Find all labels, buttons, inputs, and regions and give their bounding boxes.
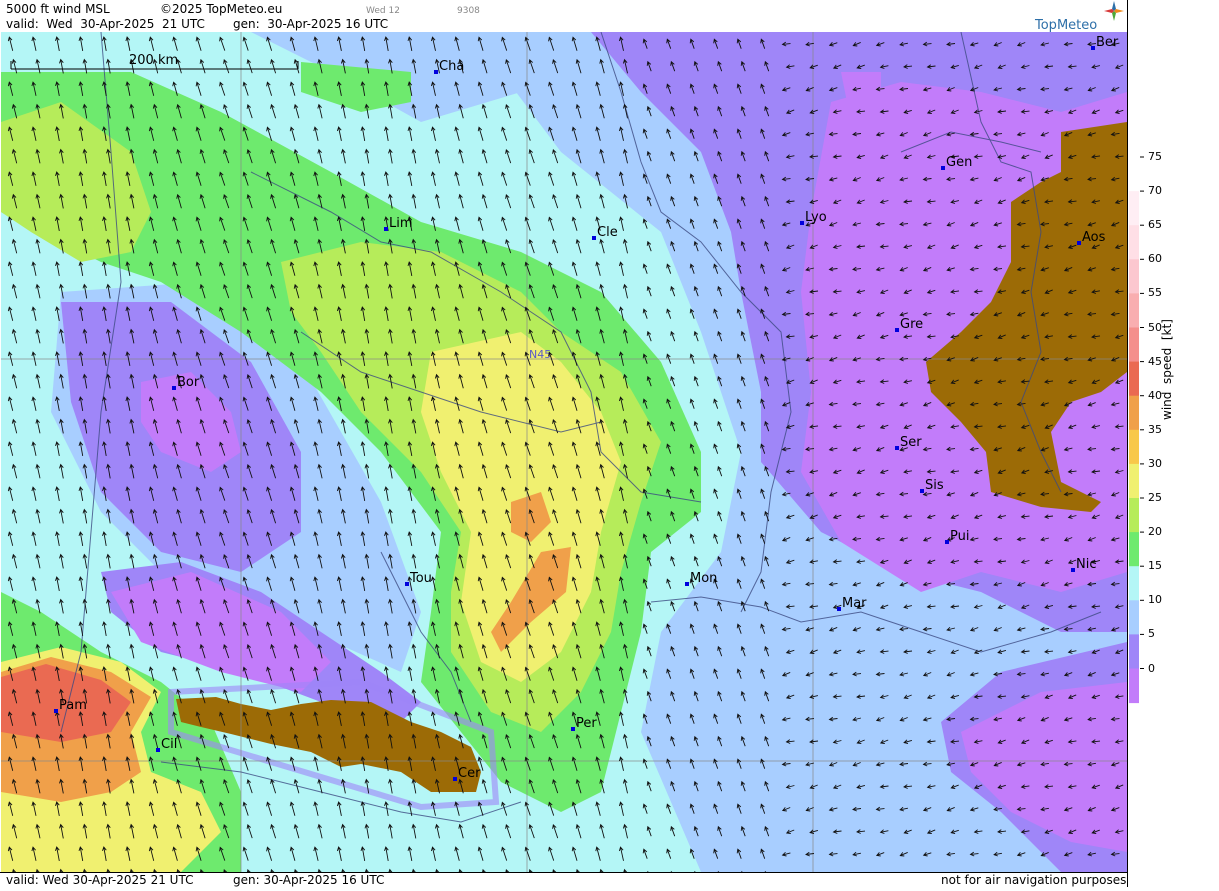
city-label: Mon: [690, 571, 717, 586]
city-marker[interactable]: [895, 446, 899, 450]
city-label: Bor: [177, 375, 200, 390]
city-marker[interactable]: [453, 777, 457, 781]
valid-time: valid: Wed 30-Apr-2025 21 UTC: [6, 17, 205, 31]
logo-text: TopMeteo: [1035, 18, 1097, 33]
footer-generated: gen: 30-Apr-2025 16 UTC: [233, 873, 384, 888]
legend-tick-label: 75: [1148, 151, 1162, 162]
legend-tick-label: 25: [1148, 492, 1162, 503]
city-label: Pam: [59, 698, 87, 713]
city-label: Cer: [458, 766, 481, 781]
run-code: 9308: [457, 4, 480, 18]
city-label: Cle: [597, 225, 618, 240]
wind-field: N45 200 km Cha Ber Gen Lim Cle Lyo Aos Gre Bor Se…: [1, 32, 1127, 872]
city-label: Nic: [1076, 557, 1096, 572]
legend-swatch: [1129, 259, 1139, 294]
legend-swatch: [1129, 293, 1139, 328]
city-marker[interactable]: [172, 386, 176, 390]
city-label: Gre: [900, 317, 923, 332]
city-marker[interactable]: [1071, 568, 1075, 572]
legend-tick-label: 20: [1148, 526, 1162, 537]
product-title: 5000 ft wind MSL: [6, 2, 110, 16]
city-marker[interactable]: [895, 328, 899, 332]
legend-swatch: [1129, 362, 1139, 397]
legend-tick-label: 70: [1148, 185, 1162, 196]
city-marker[interactable]: [592, 236, 596, 240]
copyright: ©2025 TopMeteo.eu: [160, 2, 282, 16]
city-marker[interactable]: [941, 166, 945, 170]
legend-tick-label: 0: [1148, 663, 1155, 674]
legend-tick-label: 60: [1148, 253, 1162, 264]
legend-tick-label: 65: [1148, 219, 1162, 230]
legend-tick-label: 35: [1148, 424, 1162, 435]
city-marker[interactable]: [54, 709, 58, 713]
timecode: Wed 12: [366, 4, 400, 18]
footer-valid: valid: Wed 30-Apr-2025 21 UTC: [6, 873, 193, 888]
city-marker[interactable]: [920, 489, 924, 493]
legend-swatch: [1129, 566, 1139, 601]
city-label: Per: [576, 716, 597, 731]
city-marker[interactable]: [1091, 46, 1095, 50]
legend-swatch: [1129, 634, 1139, 669]
city-marker[interactable]: [405, 582, 409, 586]
city-label: Cil: [161, 737, 177, 752]
legend-tick-label: 15: [1148, 560, 1162, 571]
legend-swatch: [1129, 464, 1139, 499]
legend-colorbar: [1128, 0, 1219, 887]
legend-tick-label: 5: [1148, 628, 1155, 639]
city-label: Ser: [900, 435, 922, 450]
city-marker[interactable]: [156, 748, 160, 752]
scale-label: 200 km: [129, 53, 178, 68]
footer-disclaimer: not for air navigation purposes: [941, 873, 1126, 888]
legend-swatch: [1129, 191, 1139, 226]
legend-swatch: [1129, 328, 1139, 363]
legend-swatch: [1129, 430, 1139, 465]
legend-swatch: [1129, 157, 1139, 192]
legend-swatch: [1129, 225, 1139, 260]
city-label: Mar: [842, 596, 867, 611]
city-label: Tou: [409, 571, 432, 586]
legend-swatch: [1129, 498, 1139, 533]
legend-swatch: [1129, 396, 1139, 431]
city-label: Lim: [389, 216, 413, 231]
wind-map[interactable]: N45 200 km Cha Ber Gen Lim Cle Lyo Aos Gre Bor Se…: [1, 32, 1127, 872]
city-label: Aos: [1082, 230, 1106, 245]
grid-label-n45: N45: [529, 348, 551, 361]
color-legend: [1127, 0, 1219, 887]
city-label: Sis: [925, 478, 944, 493]
legend-swatch: [1129, 532, 1139, 567]
city-label: Pui: [950, 529, 969, 544]
city-marker[interactable]: [800, 221, 804, 225]
city-label: Lyo: [805, 210, 827, 225]
city-marker[interactable]: [685, 582, 689, 586]
city-label: Gen: [946, 155, 972, 170]
legend-swatch: [1129, 669, 1139, 704]
city-marker[interactable]: [1077, 241, 1081, 245]
footer: valid: Wed 30-Apr-2025 21 UTC gen: 30-Ap…: [0, 872, 1127, 888]
city-marker[interactable]: [837, 607, 841, 611]
legend-tick-label: 30: [1148, 458, 1162, 469]
city-marker[interactable]: [384, 227, 388, 231]
legend-tick-label: 55: [1148, 287, 1162, 298]
city-marker[interactable]: [945, 540, 949, 544]
city-marker[interactable]: [571, 727, 575, 731]
city-label: Ber: [1096, 35, 1119, 50]
legend-title: wind speed [kt]: [1160, 319, 1174, 420]
legend-tick-label: 10: [1148, 594, 1162, 605]
generated-time: gen: 30-Apr-2025 16 UTC: [233, 17, 388, 31]
city-marker[interactable]: [434, 70, 438, 74]
legend-swatch: [1129, 600, 1139, 635]
city-label: Cha: [439, 59, 464, 74]
